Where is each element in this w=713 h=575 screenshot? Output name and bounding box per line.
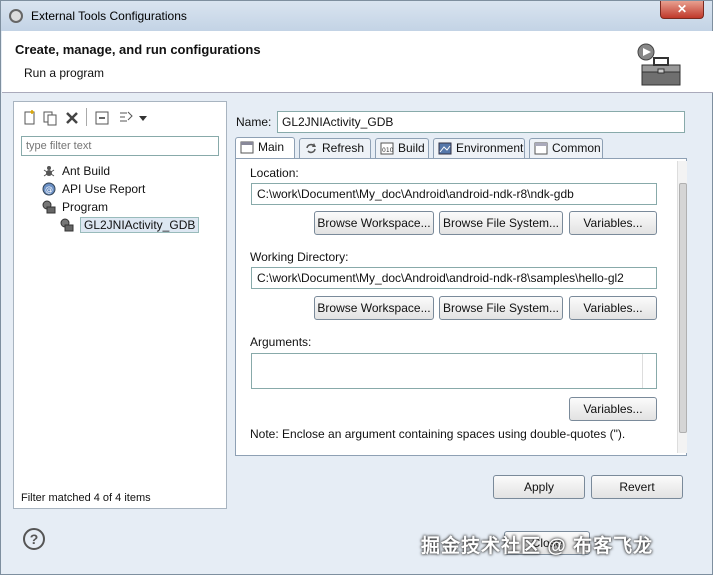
arguments-textarea[interactable] xyxy=(251,353,657,389)
tab-label: Environment xyxy=(456,141,524,155)
svg-text:010: 010 xyxy=(382,147,394,154)
collapse-all-icon[interactable] xyxy=(94,110,110,126)
svg-text:@: @ xyxy=(45,185,53,194)
common-icon xyxy=(534,142,548,155)
api-report-icon: @ xyxy=(42,182,56,196)
refresh-icon xyxy=(306,143,316,154)
name-label: Name: xyxy=(236,115,272,129)
main-tab-icon xyxy=(240,141,254,154)
watermark-text: 掘金技术社区 @ 布客飞龙 xyxy=(421,536,654,557)
page-subtitle: Run a program xyxy=(24,66,105,80)
working-directory-label: Working Directory: xyxy=(250,250,349,264)
tab-label: Main xyxy=(258,140,285,154)
toolbar-separator xyxy=(86,108,87,126)
duplicate-config-icon[interactable] xyxy=(42,110,58,126)
arguments-note: Note: Enclose an argument containing spa… xyxy=(250,427,626,441)
tab-environment[interactable]: Environment xyxy=(433,138,525,158)
toolbox-run-icon xyxy=(637,43,681,86)
ant-icon xyxy=(43,166,55,177)
build-icon: 010 xyxy=(380,142,394,155)
arguments-scrollbar[interactable] xyxy=(642,354,656,388)
location-field[interactable]: C:\work\Document\My_doc\Android\android-… xyxy=(251,183,657,205)
working-directory-field[interactable]: C:\work\Document\My_doc\Android\android-… xyxy=(251,267,657,289)
main-tab-content: Location: C:\work\Document\My_doc\Androi… xyxy=(235,158,687,456)
title-bar: External Tools Configurations ✕ xyxy=(1,1,712,31)
window-title: External Tools Configurations xyxy=(31,9,187,23)
program-config-icon xyxy=(60,218,74,232)
vertical-scrollbar[interactable] xyxy=(677,161,687,453)
location-browse-filesystem-button[interactable]: Browse File System... xyxy=(439,211,563,235)
scrollbar-thumb[interactable] xyxy=(679,183,687,433)
close-x-icon: ✕ xyxy=(676,2,688,16)
configuration-editor: Name: GL2JNIActivity_GDB Main Refresh 01… xyxy=(231,101,701,509)
apply-button[interactable]: Apply xyxy=(493,475,585,499)
program-icon xyxy=(42,200,56,214)
revert-button[interactable]: Revert xyxy=(591,475,683,499)
tab-refresh[interactable]: Refresh xyxy=(299,138,371,158)
arguments-label: Arguments: xyxy=(250,335,312,349)
page-title: Create, manage, and run configurations xyxy=(15,42,261,57)
new-config-icon[interactable] xyxy=(22,110,38,126)
filter-status-text: Filter matched 4 of 4 items xyxy=(21,492,151,504)
workdir-browse-workspace-button[interactable]: Browse Workspace... xyxy=(314,296,434,320)
tree-item-label: API Use Report xyxy=(62,182,146,196)
tree-item-label: Ant Build xyxy=(62,164,111,178)
location-label: Location: xyxy=(250,166,299,180)
tree-item-program[interactable]: Program xyxy=(40,198,108,216)
delete-config-icon[interactable] xyxy=(64,110,80,126)
tree-item-gl2jniactivity-gdb[interactable]: GL2JNIActivity_GDB xyxy=(58,216,200,234)
tree-item-api-use-report[interactable]: @ API Use Report xyxy=(40,180,145,198)
filter-config-icon[interactable] xyxy=(118,110,134,126)
tree-item-label: GL2JNIActivity_GDB xyxy=(80,217,200,233)
tab-label: Refresh xyxy=(322,141,365,155)
arguments-variables-button[interactable]: Variables... xyxy=(569,397,657,421)
workdir-variables-button[interactable]: Variables... xyxy=(569,296,657,320)
location-variables-button[interactable]: Variables... xyxy=(569,211,657,235)
filter-input[interactable] xyxy=(21,136,219,156)
tree-item-label: Program xyxy=(62,200,109,214)
location-browse-workspace-button[interactable]: Browse Workspace... xyxy=(314,211,434,235)
external-tools-window: External Tools Configurations ✕ Create, … xyxy=(0,0,713,575)
environment-icon xyxy=(438,142,452,155)
tab-build[interactable]: 010 Build xyxy=(375,138,429,158)
tab-main[interactable]: Main xyxy=(235,137,295,158)
gear-icon xyxy=(9,9,23,23)
name-field[interactable]: GL2JNIActivity_GDB xyxy=(277,111,685,133)
help-icon[interactable]: ? xyxy=(23,528,45,550)
workdir-browse-filesystem-button[interactable]: Browse File System... xyxy=(439,296,563,320)
configuration-list-panel: Ant Build @ API Use Report Program GL2JN… xyxy=(13,101,227,509)
tab-common[interactable]: Common xyxy=(529,138,603,158)
window-close-button[interactable]: ✕ xyxy=(660,1,704,19)
header-banner: Create, manage, and run configurations R… xyxy=(2,31,713,93)
tab-label: Common xyxy=(552,141,601,155)
tree-item-ant-build[interactable]: Ant Build xyxy=(40,162,110,180)
tab-label: Build xyxy=(398,141,425,155)
chevron-down-icon[interactable] xyxy=(138,110,148,126)
